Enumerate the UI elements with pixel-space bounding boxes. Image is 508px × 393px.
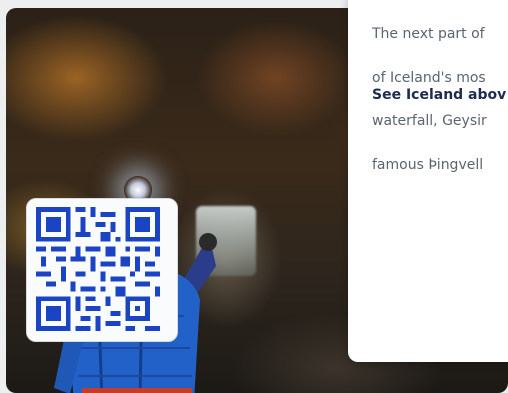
page: The next part of of Iceland's mos waterf… [0,0,508,393]
description-line: of Iceland's mos [372,69,486,86]
see-iceland-link[interactable]: See Iceland abov [372,87,506,103]
description-line: famous Þingvell [372,156,484,173]
description-line: The next part of [372,26,485,42]
tour-info-card: The next part of of Iceland's mos waterf… [348,0,508,362]
description-line: waterfall, Geysir [372,113,487,129]
qr-code-icon[interactable] [36,207,160,331]
